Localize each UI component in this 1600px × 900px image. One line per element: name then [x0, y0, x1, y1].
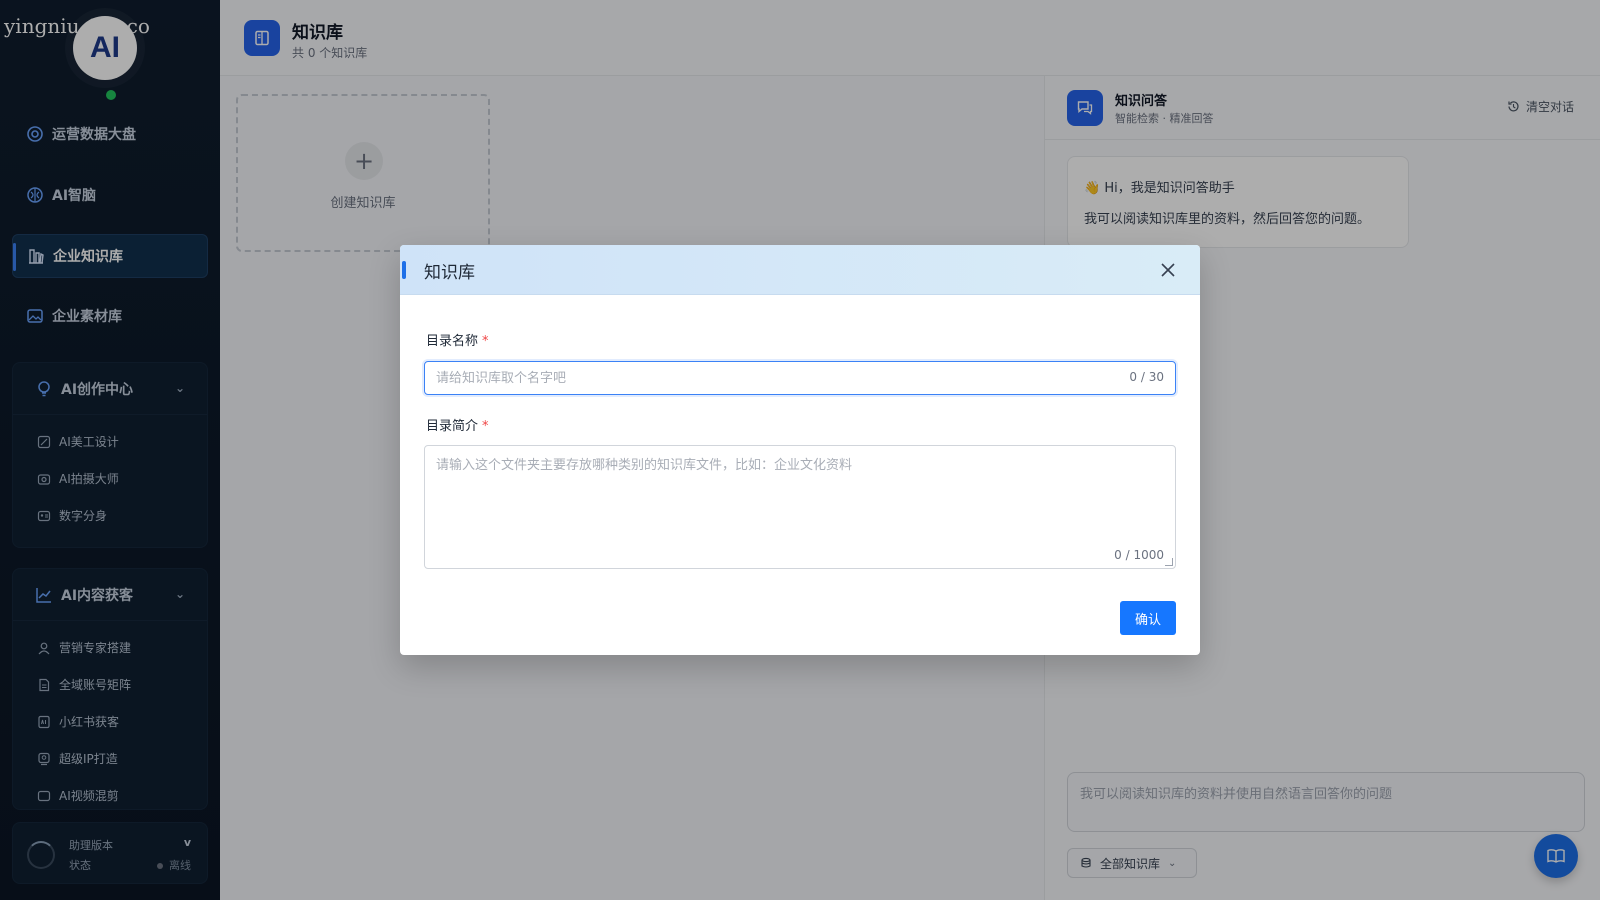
knowledge-base-dialog: 知识库 目录名称* 0 / 30 目录简介* 0 / 1000 确认: [400, 245, 1200, 655]
desc-textarea[interactable]: [425, 446, 1165, 546]
close-icon[interactable]: [1158, 260, 1178, 280]
dialog-title: 知识库: [424, 263, 475, 283]
name-input[interactable]: [425, 362, 1065, 394]
name-label-text: 目录名称: [426, 334, 479, 349]
required-mark: *: [482, 419, 489, 434]
required-mark: *: [482, 334, 489, 349]
desc-field-label: 目录简介 *: [426, 415, 489, 434]
desc-char-count: 0 / 1000: [1114, 548, 1164, 562]
desc-label-text: 目录简介: [426, 419, 479, 434]
confirm-button[interactable]: 确认: [1120, 601, 1176, 635]
name-field[interactable]: 0 / 30: [424, 361, 1176, 395]
dialog-header: 知识库: [400, 245, 1200, 295]
resize-handle[interactable]: [1165, 558, 1173, 566]
desc-field[interactable]: 0 / 1000: [424, 445, 1176, 569]
name-field-label: 目录名称 *: [426, 330, 489, 349]
name-char-count: 0 / 30: [1129, 370, 1164, 384]
